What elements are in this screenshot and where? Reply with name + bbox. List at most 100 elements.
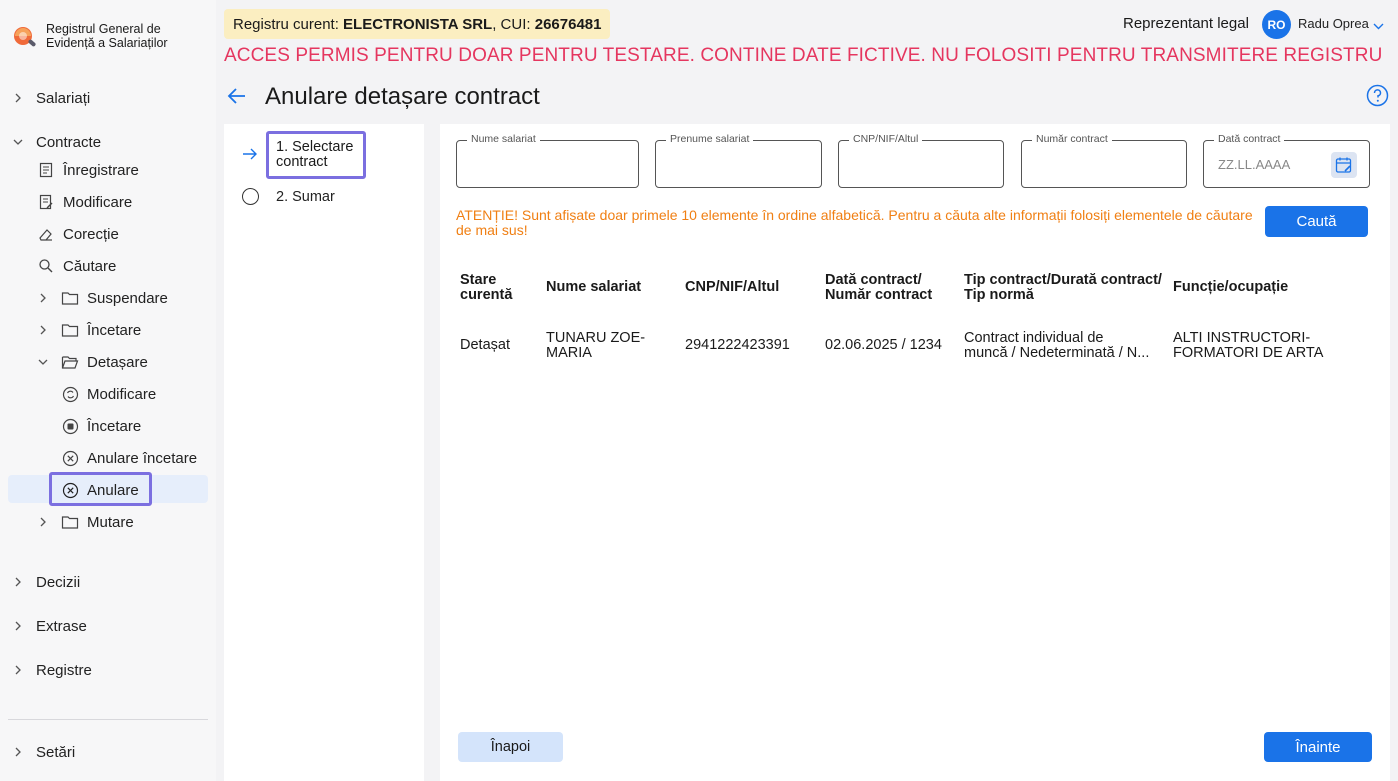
sync-circle-icon — [61, 385, 79, 403]
cnp-field[interactable]: CNP/NIF/Altul — [838, 133, 1004, 188]
sidebar-item-detasare[interactable]: Detașare — [37, 348, 148, 376]
edit-document-icon — [37, 193, 55, 211]
sidebar-label: Încetare — [87, 417, 142, 435]
steps-panel — [224, 124, 424, 781]
sidebar-item-registre[interactable]: Registre — [12, 656, 92, 684]
cell-line: TUNARU ZOE- — [546, 330, 646, 346]
sidebar-label: Contracte — [36, 133, 102, 151]
data-contract-field[interactable]: Dată contract — [1203, 133, 1370, 188]
cell-line: ALTI INSTRUCTORI- — [1173, 330, 1311, 346]
arrow-right-icon — [242, 146, 258, 167]
nume-salariat-input[interactable] — [457, 141, 638, 187]
eraser-icon — [37, 225, 55, 243]
folder-open-icon — [61, 353, 79, 371]
prenume-salariat-input[interactable] — [656, 141, 821, 187]
sidebar-label: Detașare — [87, 353, 148, 371]
back-arrow-icon[interactable] — [226, 85, 248, 112]
sidebar-item-setari[interactable]: Setări — [12, 738, 75, 766]
back-button[interactable]: Înapoi — [458, 732, 563, 762]
avatar[interactable]: RO — [1262, 10, 1291, 39]
sidebar-item-incetare[interactable]: Încetare — [37, 316, 141, 344]
sidebar-divider — [8, 719, 208, 720]
sidebar: Registrul General de Evidență a Salariaț… — [0, 0, 216, 781]
sidebar-label: Căutare — [63, 257, 117, 275]
sidebar-item-mutare[interactable]: Mutare — [37, 508, 134, 536]
cell-line: MARIA — [546, 345, 592, 361]
sidebar-item-inregistrare[interactable]: Înregistrare — [37, 156, 139, 184]
logo-icon — [12, 23, 38, 49]
sidebar-item-decizii[interactable]: Decizii — [12, 568, 80, 596]
sidebar-label: Corecție — [63, 225, 119, 243]
chevron-right-icon — [12, 620, 24, 632]
nume-salariat-field[interactable]: Nume salariat — [456, 133, 639, 188]
sidebar-item-extrase[interactable]: Extrase — [12, 612, 87, 640]
sidebar-label: Decizii — [36, 573, 81, 591]
cancel-circle-icon — [61, 449, 79, 467]
sidebar-label: Setări — [36, 743, 76, 761]
cui-prefix: , CUI: — [492, 15, 535, 33]
cell-data: 02.06.2025 / 1234 — [825, 337, 942, 353]
column-header-functie[interactable]: Funcție/ocupație — [1173, 280, 1288, 295]
column-header-tip[interactable]: Tip contract/Durată contract/ Tip normă — [964, 273, 1162, 303]
sidebar-item-modificare[interactable]: Modificare — [37, 188, 132, 216]
sidebar-label: Extrase — [36, 617, 87, 635]
sidebar-item-salariati[interactable]: Salariați — [12, 84, 90, 112]
chevron-right-icon — [37, 292, 49, 304]
cell-stare: Detașat — [460, 337, 510, 353]
cell-tip: Contract individual de muncă / Nedetermi… — [964, 331, 1149, 361]
sidebar-label: Anulare încetare — [87, 449, 198, 467]
chevron-right-icon — [12, 664, 24, 676]
sidebar-item-detasare-modificare[interactable]: Modificare — [61, 380, 156, 408]
cell-line: muncă / Nedeterminată / N... — [964, 345, 1150, 361]
sidebar-item-cautare[interactable]: Căutare — [37, 252, 116, 280]
calendar-icon[interactable] — [1331, 152, 1357, 178]
cell-functie: ALTI INSTRUCTORI- FORMATORI DE ARTA — [1173, 331, 1323, 361]
help-icon[interactable] — [1366, 84, 1389, 112]
column-header-nume[interactable]: Nume salariat — [546, 280, 641, 295]
sidebar-label: Registre — [36, 661, 92, 679]
search-button[interactable]: Caută — [1265, 206, 1368, 237]
sidebar-item-detasare-anulare-incetare[interactable]: Anulare încetare — [61, 444, 197, 472]
header-line: Dată contract/ — [825, 272, 922, 288]
registry-prefix: Registru curent: — [233, 15, 344, 33]
numar-contract-field[interactable]: Număr contract — [1021, 133, 1187, 188]
sidebar-label: Mutare — [87, 513, 134, 531]
sidebar-label: Modificare — [63, 193, 133, 211]
prenume-salariat-field[interactable]: Prenume salariat — [655, 133, 822, 188]
header-line: Stare — [460, 272, 497, 288]
sidebar-item-contracte[interactable]: Contracte — [12, 128, 101, 156]
search-icon — [37, 257, 55, 275]
chevron-down-icon — [12, 136, 24, 148]
column-header-cnp[interactable]: CNP/NIF/Altul — [685, 280, 779, 295]
step-sumar[interactable]: 2. Sumar — [276, 189, 335, 205]
chevron-down-icon[interactable] — [1372, 18, 1385, 36]
sidebar-item-suspendare[interactable]: Suspendare — [37, 284, 168, 312]
column-header-stare[interactable]: Stare curentă — [460, 273, 512, 303]
next-button[interactable]: Înainte — [1264, 732, 1372, 762]
step-pending-circle-icon — [242, 188, 259, 205]
step-selectare-contract[interactable]: 1. Selectare contract — [276, 140, 362, 170]
user-role: Reprezentant legal — [1123, 15, 1249, 32]
column-header-data[interactable]: Dată contract/ Număr contract — [825, 273, 932, 303]
stop-circle-icon — [61, 417, 79, 435]
company-name: ELECTRONISTA SRL — [343, 15, 493, 33]
test-access-warning: ACCES PERMIS PENTRU DOAR PENTRU TESTARE.… — [224, 45, 1383, 66]
numar-contract-input[interactable] — [1022, 141, 1186, 187]
document-icon — [37, 161, 55, 179]
cnp-input[interactable] — [839, 141, 1003, 187]
header-line: curentă — [460, 287, 513, 303]
sidebar-label: Modificare — [87, 385, 157, 403]
sidebar-item-corectie[interactable]: Corecție — [37, 220, 119, 248]
cell-line: Contract individual de — [964, 330, 1104, 346]
header-line: Tip normă — [964, 287, 1034, 303]
chevron-right-icon — [37, 516, 49, 528]
sidebar-label: Înregistrare — [63, 161, 139, 179]
chevron-right-icon — [12, 92, 24, 104]
sidebar-label: Salariați — [36, 89, 91, 107]
app-logo[interactable]: Registrul General de Evidență a Salariaț… — [12, 22, 176, 50]
sidebar-item-detasare-incetare[interactable]: Încetare — [61, 412, 141, 440]
attention-message: ATENȚIE! Sunt afișate doar primele 10 el… — [456, 207, 1253, 238]
chevron-right-icon — [12, 576, 24, 588]
user-name[interactable]: Radu Oprea — [1298, 16, 1369, 31]
header-line: Tip contract/Durată contract/ — [964, 272, 1162, 288]
